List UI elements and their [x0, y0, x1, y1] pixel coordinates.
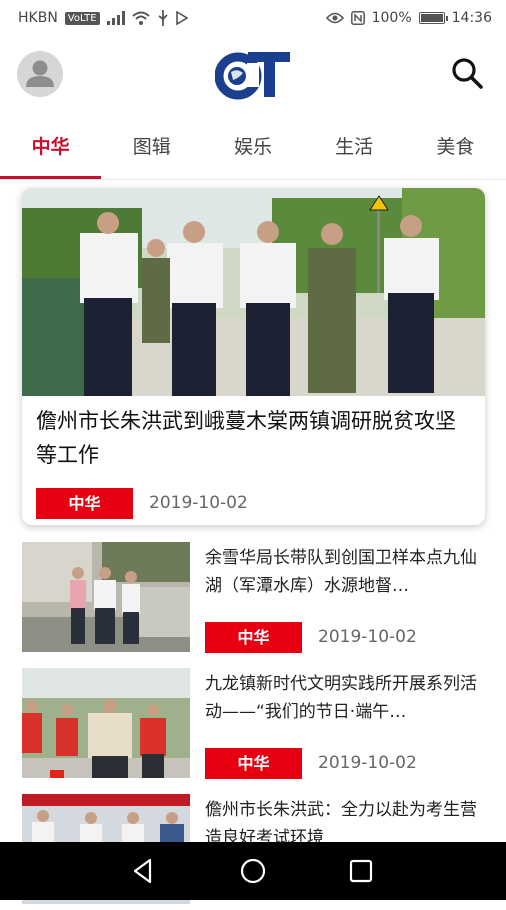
clock: 14:36 [451, 10, 492, 26]
featured-article-card[interactable]: 儋州市长朱洪武到峨蔓木棠两镇调研脱贫攻坚等工作 中华 2019-10-02 [22, 188, 485, 525]
home-button[interactable] [238, 856, 268, 886]
play-icon [175, 11, 188, 25]
tab-yule[interactable]: 娱乐 [202, 118, 303, 179]
battery-fill [420, 14, 443, 22]
article-date: 2019-10-02 [149, 493, 248, 513]
home-icon [240, 858, 266, 884]
tab-zhonghua[interactable]: 中华 [0, 118, 102, 179]
category-badge: 中华 [205, 748, 302, 779]
category-badge: 中华 [36, 488, 133, 519]
article-thumbnail [22, 668, 190, 778]
usb-icon [158, 10, 168, 26]
search-button[interactable] [448, 54, 488, 94]
search-icon [452, 58, 483, 89]
featured-title: 儋州市长朱洪武到峨蔓木棠两镇调研脱贫攻坚等工作 [36, 409, 456, 467]
status-right: 100% 14:36 [325, 10, 492, 26]
status-bar: HKBN VoLTE 100% 14:36 [0, 0, 506, 36]
recents-button[interactable] [346, 856, 376, 886]
article-date: 2019-10-02 [318, 753, 417, 773]
wifi-icon [131, 11, 150, 25]
article-date: 2019-10-02 [318, 627, 417, 647]
article-thumbnail [22, 542, 190, 652]
list-item[interactable]: 余雪华局长带队到创国卫样本点九仙湖（军潭水库）水源地督… 中华 2019-10-… [0, 542, 506, 658]
app-header [0, 36, 506, 112]
featured-photo [22, 188, 485, 396]
category-badge: 中华 [205, 622, 302, 653]
list-item[interactable]: 九龙镇新时代文明实践所开展系列活动——“我们的节日·端午… 中华 2019-10… [0, 668, 506, 784]
battery-percent: 100% [371, 10, 412, 26]
recents-icon [349, 859, 373, 883]
battery-icon [418, 12, 448, 24]
tab-shenghuo[interactable]: 生活 [304, 118, 405, 179]
nfc-icon [350, 11, 365, 25]
signal-icon [106, 11, 125, 25]
system-nav-bar [0, 842, 506, 900]
eye-icon [325, 12, 344, 24]
carrier-name: HKBN [18, 10, 58, 26]
status-left: HKBN VoLTE [18, 10, 188, 26]
avatar-icon [26, 60, 54, 87]
article-title: 余雪华局长带队到创国卫样本点九仙湖（军潭水库）水源地督… [205, 548, 477, 596]
app-logo[interactable] [215, 47, 291, 101]
category-tabs: 中华 图辑 娱乐 生活 美食 [0, 118, 506, 180]
article-title: 九龙镇新时代文明实践所开展系列活动——“我们的节日·端午… [205, 674, 477, 722]
back-icon [133, 858, 152, 884]
back-button[interactable] [128, 856, 158, 886]
tab-tuji[interactable]: 图辑 [101, 118, 202, 179]
volte-badge: VoLTE [64, 11, 100, 25]
avatar[interactable] [17, 51, 63, 97]
tab-meishi[interactable]: 美食 [405, 118, 506, 179]
